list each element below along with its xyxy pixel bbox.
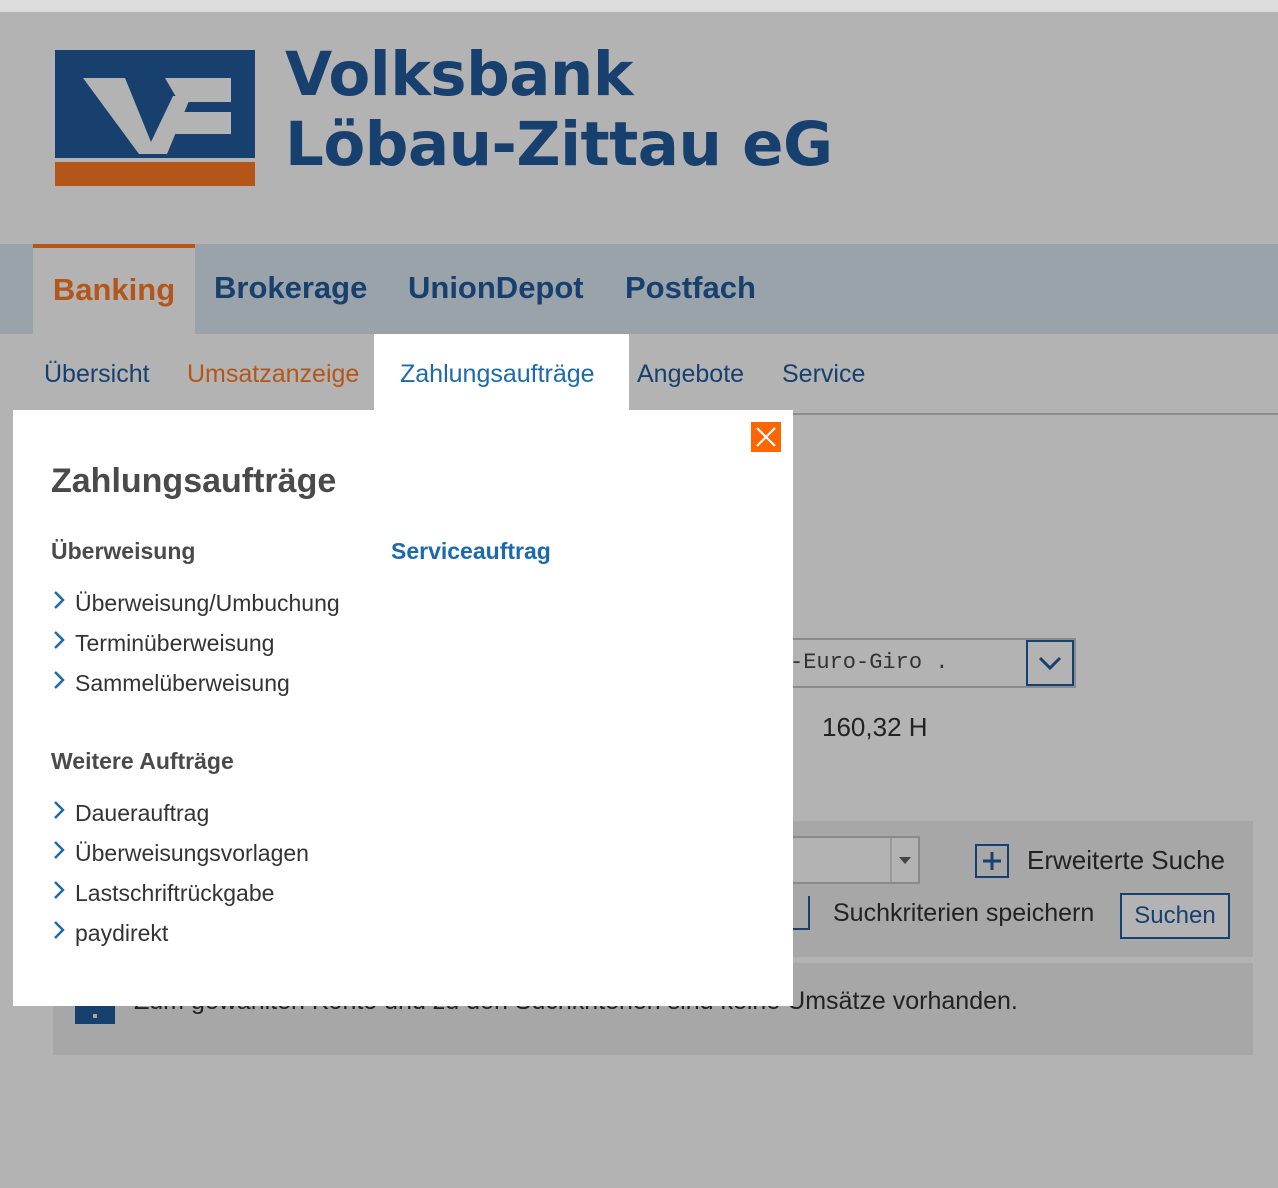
subnav-zahlungsauftraege[interactable]: Zahlungsaufträge — [374, 334, 629, 410]
menu-link-ueberweisungsvorlagen[interactable]: Überweisungsvorlagen — [51, 836, 309, 866]
chevron-right-icon — [51, 878, 75, 908]
bank-name: Volksbank Löbau-Zittau eG — [285, 40, 833, 180]
account-name: -Euro-Giro . — [790, 650, 949, 675]
tab-uniondepot[interactable]: UnionDepot — [408, 244, 584, 334]
chevron-right-icon — [51, 838, 75, 868]
menu-link-sammelueberweisung[interactable]: Sammelüberweisung — [51, 666, 290, 696]
menu-link-terminueberweisung[interactable]: Terminüberweisung — [51, 626, 274, 656]
tab-postfach[interactable]: Postfach — [625, 244, 756, 334]
select-arrow-icon — [890, 838, 918, 882]
menu-link-paydirekt[interactable]: paydirekt — [51, 916, 168, 946]
chevron-right-icon — [51, 628, 75, 658]
expand-plus-icon[interactable] — [975, 844, 1009, 878]
menu-link-label: Überweisung/Umbuchung — [75, 589, 340, 616]
subnav-angebote[interactable]: Angebote — [637, 334, 744, 410]
advanced-search-link[interactable]: Erweiterte Suche — [1027, 845, 1225, 876]
chevron-right-icon — [51, 918, 75, 948]
menu-link-label: Überweisungsvorlagen — [75, 839, 309, 866]
menu-link-label: Dauerauftrag — [75, 799, 210, 826]
volksbank-logo-icon — [55, 50, 255, 186]
balance-value: 160,32 H — [822, 712, 928, 742]
chevron-right-icon — [51, 588, 75, 618]
flyout-title: Zahlungsaufträge — [51, 462, 337, 500]
main-navigation: Banking Brokerage UnionDepot Postfach — [0, 244, 1278, 334]
account-dropdown-button[interactable] — [1026, 640, 1074, 686]
menu-link-label: Terminüberweisung — [75, 629, 275, 656]
section-heading-weitere-auftraege: Weitere Aufträge — [51, 748, 234, 774]
chevron-right-icon — [51, 798, 75, 828]
serviceauftrag-link[interactable]: Serviceauftrag — [391, 538, 551, 565]
close-icon — [756, 427, 776, 447]
chevron-down-icon — [1038, 656, 1062, 671]
save-criteria-label: Suchkriterien speichern — [833, 899, 1095, 927]
browser-top-strip — [0, 0, 1278, 12]
search-button[interactable]: Suchen — [1120, 893, 1230, 939]
menu-link-lastschriftrueckgabe[interactable]: Lastschriftrückgabe — [51, 876, 274, 906]
bank-name-line2: Löbau-Zittau eG — [285, 109, 833, 180]
tab-banking[interactable]: Banking — [33, 244, 195, 334]
menu-link-label: Lastschriftrückgabe — [75, 879, 275, 906]
close-button[interactable] — [751, 422, 781, 452]
subnav-service[interactable]: Service — [782, 334, 865, 410]
subnav-uebersicht[interactable]: Übersicht — [44, 334, 150, 410]
bank-name-line1: Volksbank — [285, 39, 633, 110]
menu-link-label: paydirekt — [75, 919, 169, 946]
subnav-umsatzanzeige[interactable]: Umsatzanzeige — [187, 334, 359, 410]
chevron-right-icon — [51, 668, 75, 698]
menu-link-label: Sammelüberweisung — [75, 669, 290, 696]
tab-brokerage[interactable]: Brokerage — [214, 244, 367, 334]
menu-link-ueberweisung-umbuchung[interactable]: Überweisung/Umbuchung — [51, 586, 340, 616]
zahlungsauftraege-flyout: Zahlungsaufträge Überweisung Überweisung… — [13, 410, 793, 1006]
menu-link-dauerauftrag[interactable]: Dauerauftrag — [51, 796, 209, 826]
section-heading-ueberweisung: Überweisung — [51, 538, 196, 564]
